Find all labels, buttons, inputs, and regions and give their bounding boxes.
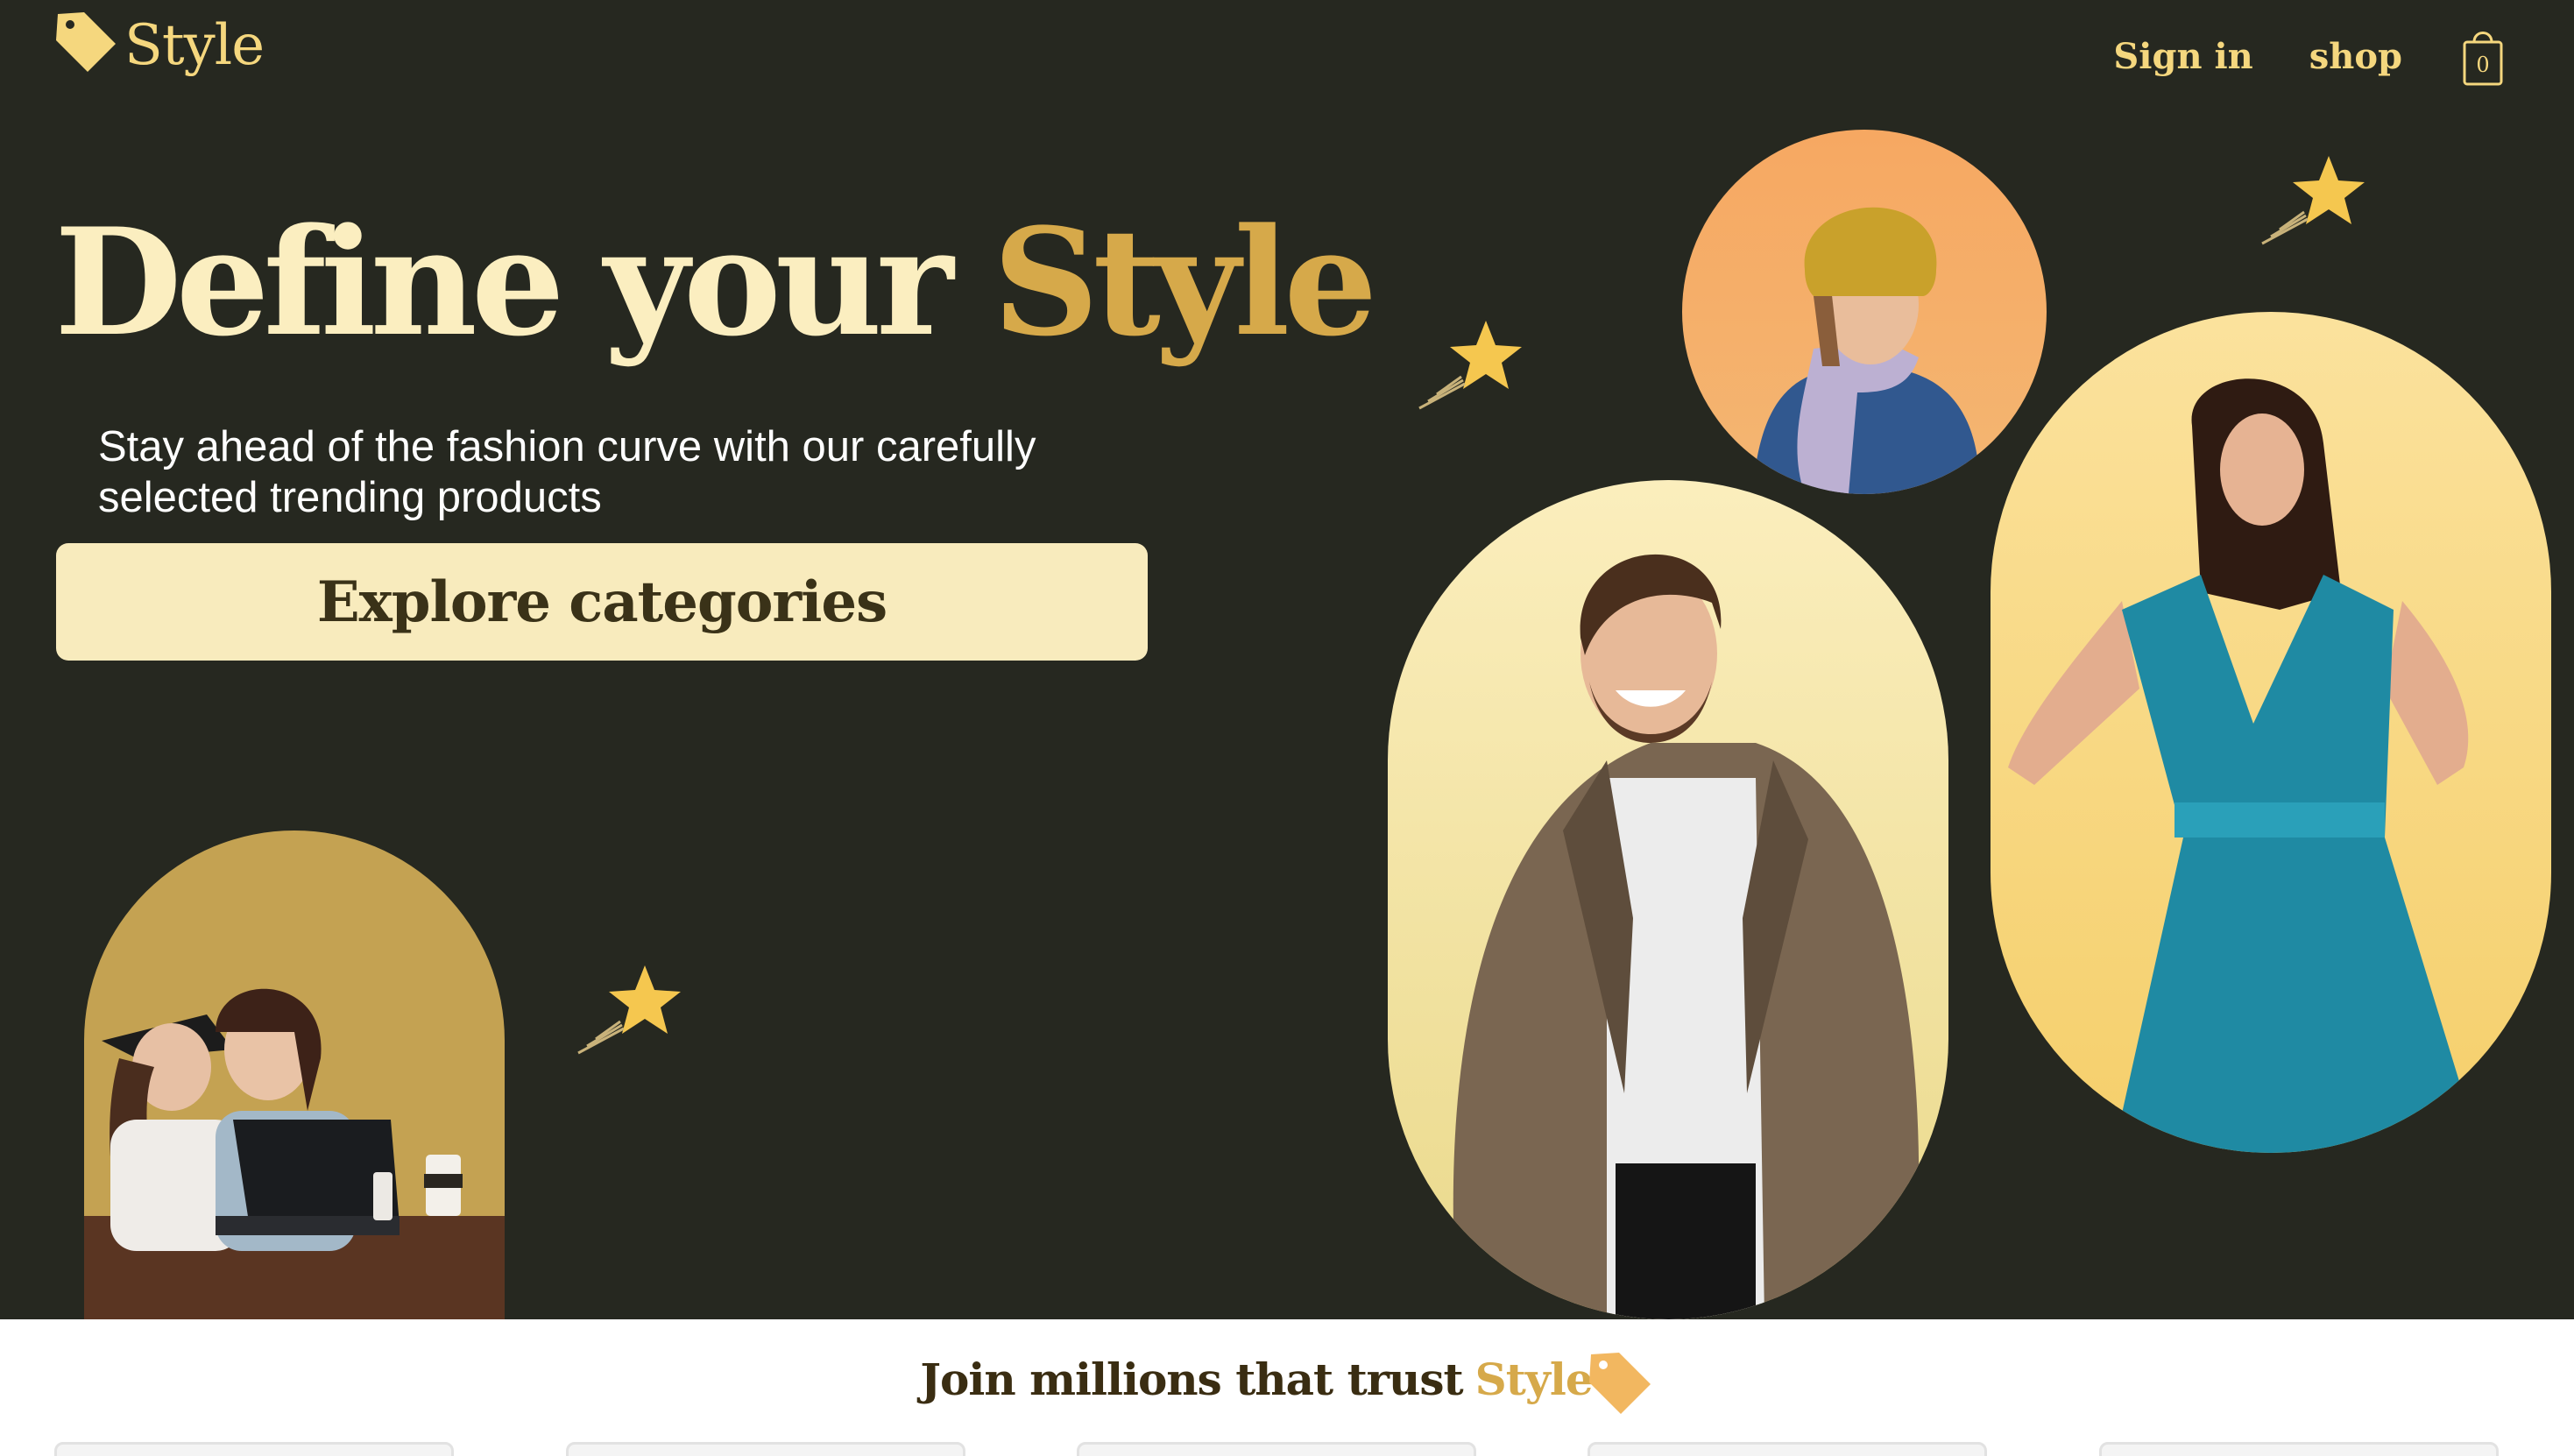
brand-card[interactable] <box>2099 1442 2499 1456</box>
brand-card[interactable] <box>566 1442 965 1456</box>
brand-card[interactable] <box>1077 1442 1476 1456</box>
trust-title-main: Join millions that trust <box>920 1353 1463 1405</box>
brand-card[interactable] <box>54 1442 454 1456</box>
logo-text: Style <box>124 12 265 78</box>
hero-section: Style Sign in shop 0 Define your Style S… <box>0 0 2574 1319</box>
price-tag-icon <box>54 9 119 81</box>
brand-card[interactable] <box>1588 1442 1987 1456</box>
cart-count: 0 <box>2476 53 2490 77</box>
trust-section: Join millions that trust Style <box>0 1342 2574 1416</box>
explore-categories-button[interactable]: Explore categories <box>56 543 1148 661</box>
photo-child-beanie <box>1682 130 2047 494</box>
sign-in-link[interactable]: Sign in <box>2113 36 2252 77</box>
price-tag-icon <box>1588 1353 1651 1414</box>
hero-headline: Define your Style <box>54 194 1377 371</box>
trust-title: Join millions that trust Style <box>920 1342 1653 1416</box>
site-logo[interactable]: Style <box>54 9 265 81</box>
photo-man-jacket <box>1388 480 1948 1319</box>
trust-title-accent: Style <box>1474 1353 1594 1405</box>
headline-accent: Style <box>993 195 1377 369</box>
shooting-star-icon <box>1418 321 1522 410</box>
photo-woman-jumpsuit <box>1991 312 2551 1153</box>
top-nav: Sign in shop 0 <box>2057 25 2504 88</box>
cart-button[interactable]: 0 <box>2462 25 2504 88</box>
headline-main: Define your <box>54 195 993 369</box>
shooting-star-icon <box>2261 156 2365 245</box>
shop-link[interactable]: shop <box>2309 36 2402 77</box>
photo-friends-laptop <box>84 830 505 1319</box>
hero-subtext: Stay ahead of the fashion curve with our… <box>98 423 1036 521</box>
shooting-star-icon <box>577 965 681 1055</box>
brand-cards-row <box>0 1442 2574 1456</box>
